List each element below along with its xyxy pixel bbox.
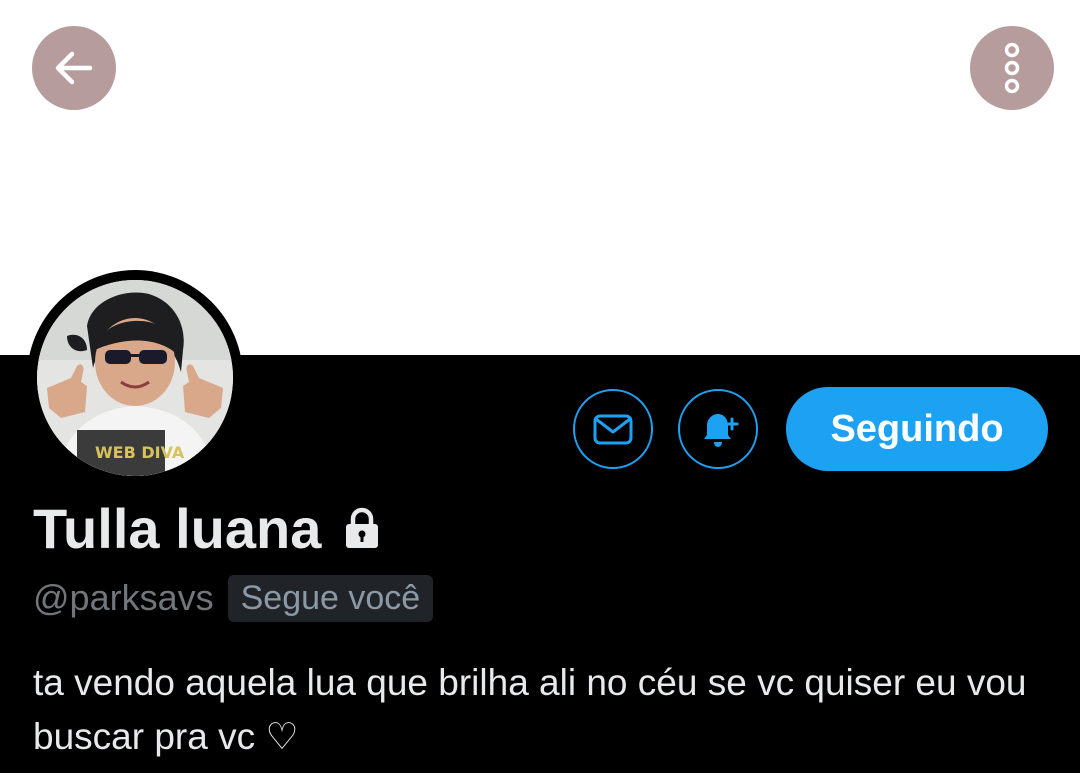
follows-you-badge: Segue você	[227, 574, 434, 622]
arrow-left-icon	[55, 51, 93, 85]
message-button[interactable]	[573, 389, 653, 469]
svg-text:WEB DIVA: WEB DIVA	[95, 443, 185, 462]
bell-plus-icon	[704, 414, 739, 447]
avatar-photo: WEB DIVA	[37, 280, 233, 476]
handle-row: @parksavs Segue você	[33, 572, 434, 624]
profile-screen: WEB DIVA Seguindo Tulla luana @parksavs …	[0, 0, 1080, 773]
profile-name: Tulla luana	[33, 496, 322, 560]
profile-name-row: Tulla luana	[33, 493, 385, 563]
avatar-frame: WEB DIVA	[27, 270, 243, 486]
notifications-button[interactable]	[678, 389, 758, 469]
profile-bio: ta vendo aquela lua que brilha ali no cé…	[33, 662, 1027, 757]
back-button[interactable]	[32, 26, 116, 110]
following-button[interactable]: Seguindo	[786, 387, 1048, 471]
more-options-button[interactable]	[970, 26, 1054, 110]
mail-icon	[593, 414, 633, 445]
profile-handle: @parksavs	[33, 577, 214, 618]
more-vertical-icon	[1004, 42, 1020, 94]
avatar[interactable]: WEB DIVA	[37, 280, 233, 476]
lock-icon	[339, 505, 385, 551]
